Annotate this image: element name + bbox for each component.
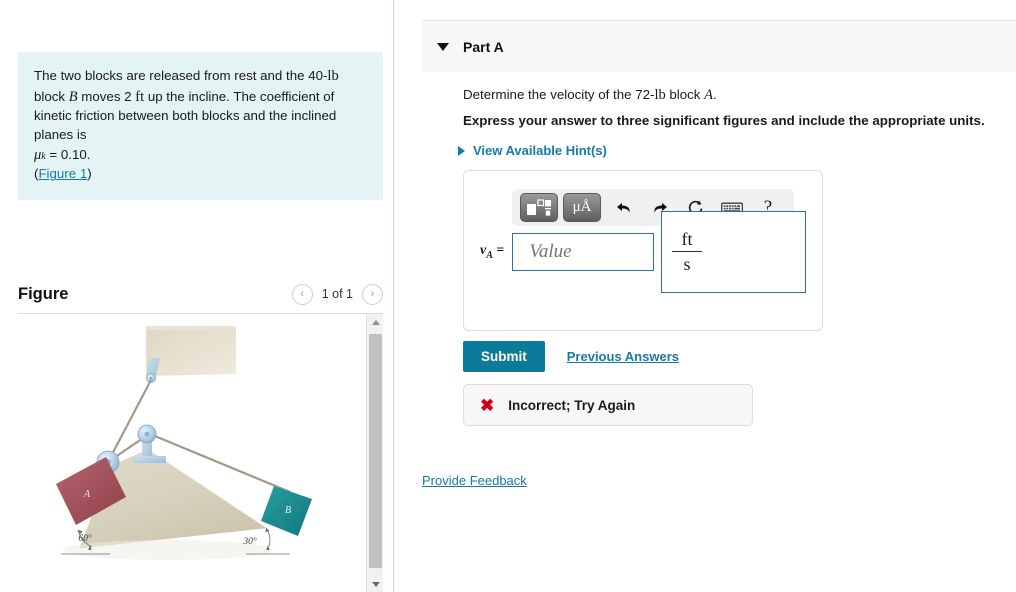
units-button-label: μÅ <box>572 199 592 215</box>
prompt-prefix: Determine the velocity of the 72- <box>463 87 655 102</box>
units-fraction: ft s <box>672 229 702 275</box>
answer-expression-row: vA = <box>480 233 655 271</box>
chevron-right-icon <box>458 145 465 156</box>
figure-scrollbar[interactable] <box>366 314 383 592</box>
undo-arrow-icon[interactable] <box>609 194 639 222</box>
figure-link-paren-close: ) <box>87 166 92 182</box>
view-hints-label: View Available Hint(s) <box>473 143 607 158</box>
answer-value-input[interactable] <box>512 233 655 271</box>
feedback-message: Incorrect; Try Again <box>508 397 636 413</box>
problem-unit-ft: ft <box>135 88 145 105</box>
page-root: The two blocks are released from rest an… <box>0 0 1016 592</box>
feedback-banner: ✖ Incorrect; Try Again <box>463 384 753 426</box>
figure-title: Figure <box>18 284 69 303</box>
block-b: B <box>261 486 312 536</box>
units-denominator: s <box>683 254 691 274</box>
block-a-label: A <box>83 489 91 500</box>
incline-pulley-diagram: A B 60° 30° <box>56 326 312 560</box>
answer-entry-box: μÅ ? vA = Value ft s <box>463 170 823 331</box>
problem-text-3: moves 2 <box>77 88 136 104</box>
micro-angstrom-units-icon[interactable]: μÅ <box>563 193 601 222</box>
figure-viewport[interactable]: A B 60° 30° <box>18 313 383 592</box>
part-title: Part A <box>463 38 504 55</box>
math-template-icon[interactable] <box>520 193 558 222</box>
problem-statement: The two blocks are released from rest an… <box>18 52 383 201</box>
equals-sign: = <box>496 243 505 259</box>
ceiling-support <box>146 326 236 376</box>
mu-value: = 0.10. <box>45 146 91 162</box>
problem-text-2: block <box>34 88 69 104</box>
problem-text-1: The two blocks are released from rest an… <box>34 68 328 83</box>
right-panel: Part A Determine the velocity of the 72-… <box>395 0 1016 592</box>
prompt-block-label: A <box>704 87 714 103</box>
figure-next-button[interactable]: › <box>362 283 383 305</box>
upper-pulley-base <box>133 456 166 463</box>
figure-header: Figure ‹ 1 of 1 › <box>18 278 383 310</box>
answer-instruction: Express your answer to three significant… <box>463 113 985 128</box>
left-panel: The two blocks are released from rest an… <box>0 0 394 592</box>
incorrect-x-icon: ✖ <box>480 395 495 415</box>
variable-subscript: A <box>486 249 493 261</box>
previous-answers-link[interactable]: Previous Answers <box>567 349 679 364</box>
figure-count-label: 1 of 1 <box>321 287 353 301</box>
chevron-down-icon[interactable] <box>437 42 449 51</box>
figure-navigation: ‹ 1 of 1 › <box>291 283 383 305</box>
figure-prev-button[interactable]: ‹ <box>291 283 313 305</box>
prompt-suffix: . <box>713 87 717 102</box>
view-hints-button[interactable]: View Available Hint(s) <box>458 143 607 158</box>
prompt-unit: lb <box>654 87 666 103</box>
figure-1-link[interactable]: Figure 1 <box>38 166 87 181</box>
question-prompt: Determine the velocity of the 72-lb bloc… <box>463 87 717 104</box>
provide-feedback-link[interactable]: Provide Feedback <box>422 473 527 488</box>
units-numerator: ft <box>681 229 693 249</box>
submit-button[interactable]: Submit <box>463 341 545 372</box>
problem-unit-lb: lb <box>327 68 339 84</box>
scrollbar-thumb[interactable] <box>369 334 382 568</box>
scroll-up-arrow-icon[interactable] <box>367 314 383 331</box>
problem-block-b-label: B <box>68 88 78 105</box>
answer-units-field[interactable]: ft s <box>661 211 806 293</box>
angle-a-label: 60° <box>78 533 92 544</box>
scroll-down-arrow-icon[interactable] <box>367 576 383 592</box>
block-b-label: B <box>285 505 291 516</box>
prompt-mid: block <box>665 87 705 102</box>
velocity-variable-label: vA = <box>480 243 504 261</box>
submit-row: Submit Previous Answers <box>463 341 679 372</box>
angle-b-label: 30° <box>242 536 257 547</box>
part-a-header[interactable]: Part A <box>422 20 1016 72</box>
chevron-left-icon: ‹ <box>300 287 305 300</box>
chevron-right-icon: › <box>370 287 375 300</box>
